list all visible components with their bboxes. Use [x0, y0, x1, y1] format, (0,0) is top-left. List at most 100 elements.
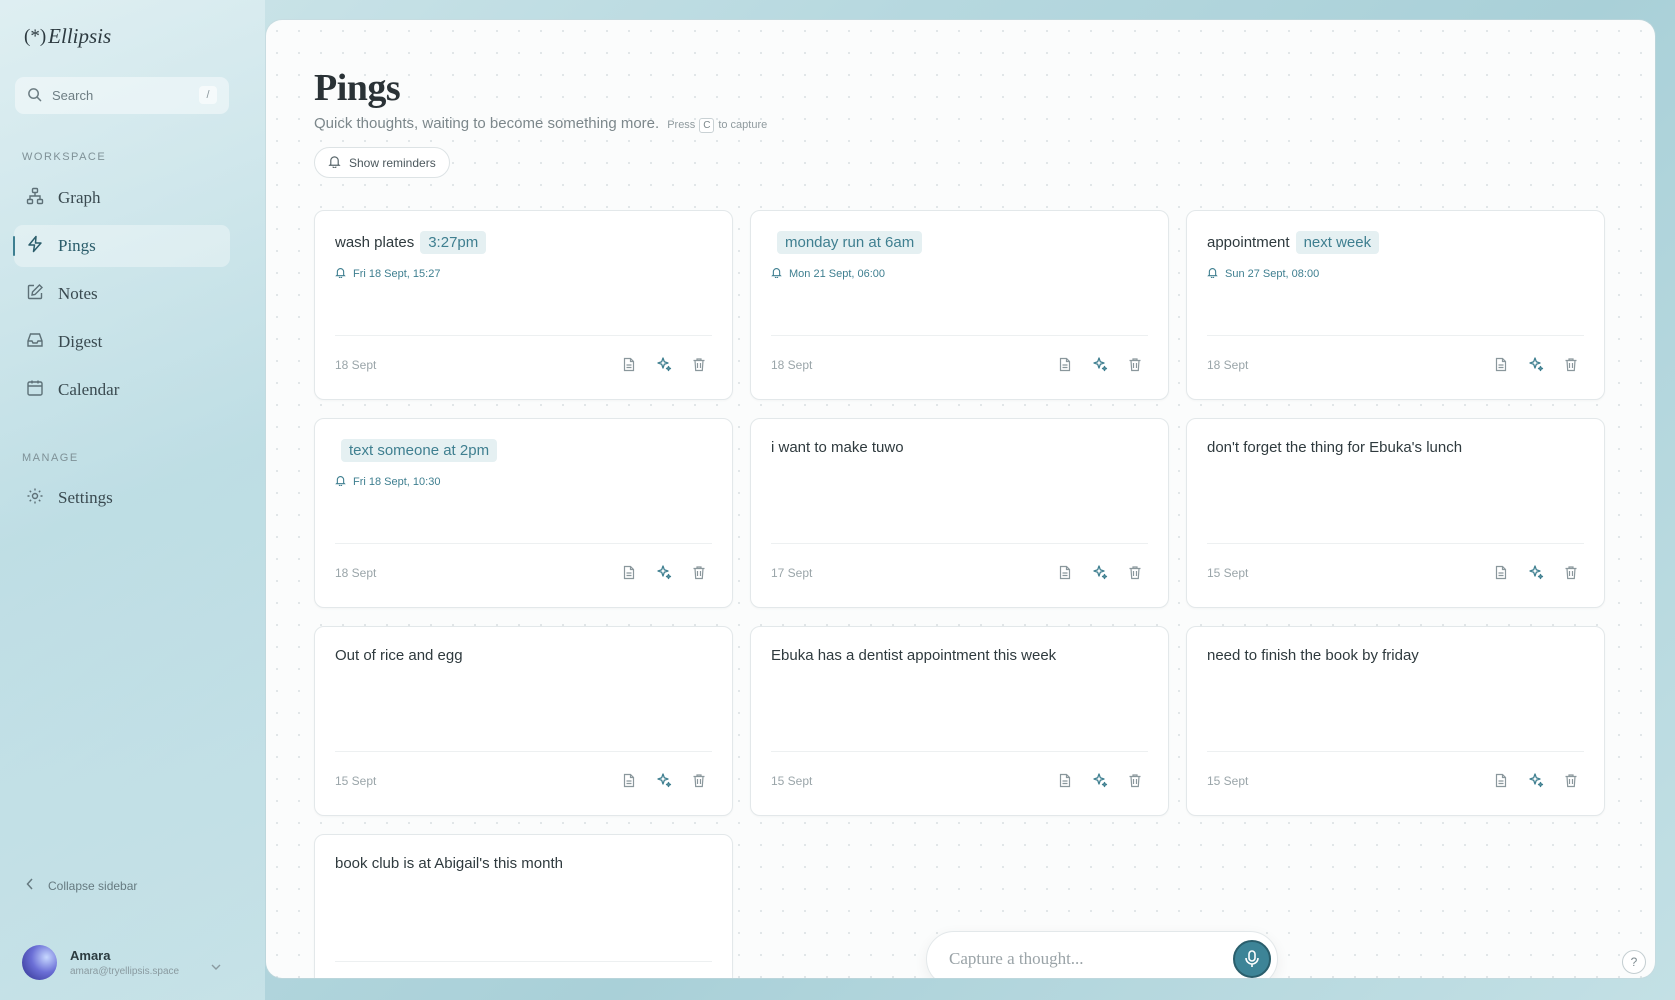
sparkle-icon[interactable]	[656, 356, 672, 372]
sidebar-item-label: Settings	[58, 488, 113, 507]
ping-card[interactable]: text someone at 2pm Fri 18 Sept, 10:30 18 …	[314, 418, 733, 608]
ping-text: wash plates 3:27pm	[335, 231, 487, 254]
trash-icon[interactable]	[1128, 773, 1142, 788]
reminder-text: Fri 18 Sept, 15:27	[353, 268, 441, 280]
user-email: amara@tryellipsis.space	[70, 966, 180, 977]
ping-date: 18 Sept	[335, 358, 377, 372]
ping-date: 17 Sept	[771, 566, 813, 580]
card-divider	[335, 751, 712, 752]
ping-date: 15 Sept	[1207, 566, 1249, 580]
ping-text: i want to make tuwo	[771, 439, 904, 456]
ping-actions	[1494, 564, 1578, 580]
ping-card[interactable]: book club is at Abigail's this month	[314, 834, 733, 978]
ping-actions	[1058, 772, 1142, 788]
bell-icon	[335, 267, 346, 281]
ping-date: 18 Sept	[335, 566, 377, 580]
sparkle-icon[interactable]	[1092, 564, 1108, 580]
document-icon[interactable]	[622, 565, 636, 580]
ping-card[interactable]: wash plates 3:27pm Fri 18 Sept, 15:27 18 Se…	[314, 210, 733, 400]
bell-icon	[335, 475, 346, 489]
trash-icon[interactable]	[692, 773, 706, 788]
ping-card[interactable]: appointment next week Sun 27 Sept, 08:00 18…	[1186, 210, 1605, 400]
trash-icon[interactable]	[1128, 357, 1142, 372]
sparkle-icon[interactable]	[1092, 356, 1108, 372]
collapse-sidebar-button[interactable]: Collapse sidebar	[26, 878, 137, 893]
ping-date: 18 Sept	[771, 358, 813, 372]
chevron-left-icon	[26, 878, 34, 893]
ping-card[interactable]: monday run at 6am Mon 21 Sept, 06:00 18 Se…	[750, 210, 1169, 400]
document-icon[interactable]	[622, 357, 636, 372]
trash-icon[interactable]	[692, 565, 706, 580]
app-logo[interactable]: (*) Ellipsis	[24, 24, 111, 49]
help-button[interactable]: ?	[1622, 950, 1646, 974]
search-icon	[27, 87, 42, 105]
ping-actions	[622, 564, 706, 580]
logo-text: Ellipsis	[48, 24, 112, 48]
sidebar-item-pings[interactable]: Pings	[13, 225, 230, 267]
sidebar-item-label: Pings	[58, 236, 96, 255]
calendar-icon	[26, 379, 44, 402]
card-divider	[1207, 335, 1584, 336]
trash-icon[interactable]	[1564, 357, 1578, 372]
mic-button[interactable]	[1233, 940, 1271, 978]
sidebar-item-settings[interactable]: Settings	[14, 477, 230, 519]
user-menu[interactable]: Amara amara@tryellipsis.space	[0, 925, 249, 1000]
ping-actions	[1058, 564, 1142, 580]
hint-press: Press	[667, 119, 696, 131]
ping-time-tag: text someone at 2pm	[341, 439, 498, 462]
trash-icon[interactable]	[1564, 565, 1578, 580]
ping-date: 18 Sept	[1207, 358, 1249, 372]
sparkle-icon[interactable]	[1528, 772, 1544, 788]
ping-time-tag: monday run at 6am	[777, 231, 923, 254]
card-divider	[1207, 543, 1584, 544]
ping-text-content: Ebuka has a dentist appointment this wee…	[771, 647, 1057, 664]
ping-card[interactable]: Ebuka has a dentist appointment this wee…	[750, 626, 1169, 816]
ping-card[interactable]: don't forget the thing for Ebuka's lunch…	[1186, 418, 1605, 608]
card-divider	[771, 335, 1148, 336]
card-divider	[771, 543, 1148, 544]
document-icon[interactable]	[1494, 773, 1508, 788]
document-icon[interactable]	[1494, 565, 1508, 580]
ping-card[interactable]: Out of rice and egg 15 Sept	[314, 626, 733, 816]
capture-input[interactable]: Capture a thought...	[926, 931, 1278, 978]
sidebar-item-notes[interactable]: Notes	[14, 273, 230, 315]
sparkle-icon[interactable]	[656, 772, 672, 788]
ping-actions	[622, 356, 706, 372]
sidebar-item-label: Graph	[58, 188, 101, 207]
sparkle-icon[interactable]	[656, 564, 672, 580]
search-input[interactable]: Search /	[15, 77, 229, 114]
ping-actions	[1058, 356, 1142, 372]
ping-text: appointment next week	[1207, 231, 1380, 254]
document-icon[interactable]	[1058, 565, 1072, 580]
ping-card[interactable]: need to finish the book by friday 15 Sept	[1186, 626, 1605, 816]
sidebar-item-graph[interactable]: Graph	[14, 177, 230, 219]
sidebar-item-digest[interactable]: Digest	[14, 321, 230, 363]
document-icon[interactable]	[622, 773, 636, 788]
trash-icon[interactable]	[1564, 773, 1578, 788]
main-panel: Pings Quick thoughts, waiting to become …	[266, 20, 1655, 978]
trash-icon[interactable]	[1128, 565, 1142, 580]
sidebar-item-label: Digest	[58, 332, 103, 351]
sidebar-item-label: Notes	[58, 284, 98, 303]
ping-text: Out of rice and egg	[335, 647, 463, 664]
sparkle-icon[interactable]	[1528, 356, 1544, 372]
capture-hint: Press C to capture	[667, 117, 767, 133]
ping-time-tag: 3:27pm	[420, 231, 487, 254]
search-placeholder: Search	[52, 88, 94, 103]
document-icon[interactable]	[1058, 357, 1072, 372]
sparkle-icon[interactable]	[1092, 772, 1108, 788]
document-icon[interactable]	[1058, 773, 1072, 788]
show-reminders-button[interactable]: Show reminders	[314, 147, 450, 178]
sparkle-icon[interactable]	[1528, 564, 1544, 580]
ping-card[interactable]: i want to make tuwo 17 Sept	[750, 418, 1169, 608]
ping-text: book club is at Abigail's this month	[335, 855, 563, 872]
trash-icon[interactable]	[692, 357, 706, 372]
ping-text: text someone at 2pm	[335, 439, 498, 462]
card-divider	[335, 543, 712, 544]
document-icon[interactable]	[1494, 357, 1508, 372]
sidebar-item-calendar[interactable]: Calendar	[14, 369, 230, 411]
bell-icon	[1207, 267, 1218, 281]
sidebar: (*) Ellipsis Search / WORKSPACE Graph Pi…	[0, 0, 265, 1000]
capture-placeholder: Capture a thought...	[949, 949, 1084, 968]
ping-text-content: don't forget the thing for Ebuka's lunch	[1207, 439, 1463, 456]
